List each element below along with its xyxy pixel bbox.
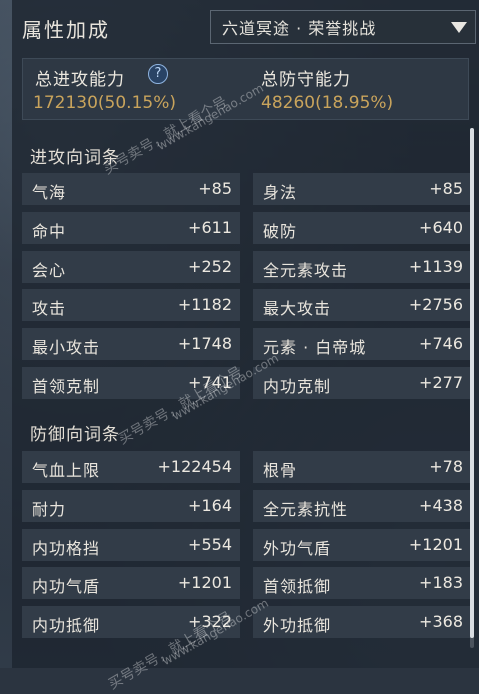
stat-value: +640 [419,217,463,237]
stat-row: 会心 +252 [22,250,240,283]
stat-row: 耐力 +164 [22,489,240,522]
stat-name: 首领克制 [32,377,101,396]
stat-row: 气血上限 +122454 [22,451,240,483]
total-defense-label: 总防守能力 [261,70,351,90]
stat-name: 身法 [263,183,298,202]
stat-row: 命中 +611 [22,211,240,244]
stat-row: 内功格挡 +554 [22,528,240,561]
defense-section-title: 防御向词条 [30,425,120,445]
stat-name: 破防 [263,221,298,241]
stat-value: +85 [429,179,463,198]
chevron-down-icon [451,22,467,33]
stat-name: 内功气盾 [32,577,101,597]
stat-value: +183 [419,573,463,593]
stat-value: +1748 [177,334,232,354]
stat-row: 最大攻击 +2756 [253,289,471,322]
stat-row: 根骨 +78 [253,451,471,483]
stat-row: 破防 +640 [253,211,471,244]
stat-value: +1139 [408,256,463,276]
stat-row: 攻击 +1182 [22,289,240,322]
stat-row: 全元素攻击 +1139 [253,250,471,283]
stat-value: +122454 [157,457,232,476]
stat-name: 内功克制 [263,377,332,396]
stat-name: 气血上限 [32,461,101,480]
question-icon[interactable]: ? [148,64,168,84]
stat-row: 外功气盾 +1201 [253,528,471,561]
stat-name: 内功抵御 [32,616,101,636]
panel-title: 属性加成 [22,18,110,42]
stat-value: +78 [429,457,463,476]
stat-value: +277 [419,373,463,392]
mode-dropdown-label: 六道冥途 · 荣誉挑战 [222,19,377,38]
stat-name: 外功抵御 [263,616,332,636]
stat-value: +554 [188,534,232,554]
stat-value: +746 [419,334,463,354]
stat-row: 身法 +85 [253,173,471,205]
scrollbar-thumb[interactable] [470,128,474,638]
stat-value: +2756 [408,295,463,315]
stat-value: +1182 [177,295,232,315]
stat-row: 内功克制 +277 [253,367,471,399]
stat-row: 全元素抗性 +438 [253,489,471,522]
stat-name: 外功气盾 [263,538,332,558]
stat-row: 最小攻击 +1748 [22,328,240,361]
stat-name: 内功格挡 [32,538,101,558]
stat-name: 元素 · 白帝城 [263,338,367,358]
stat-row: 内功气盾 +1201 [22,567,240,600]
stat-name: 命中 [32,221,67,241]
total-attack-value: 172130(50.15%) [33,93,176,113]
stat-value: +252 [188,256,232,276]
stat-value: +1201 [177,573,232,593]
mode-dropdown[interactable]: 六道冥途 · 荣誉挑战 [210,10,476,44]
stat-name: 首领抵御 [263,577,332,597]
stat-name: 最小攻击 [32,338,101,358]
stat-value: +368 [419,612,463,632]
stat-name: 攻击 [32,299,67,319]
stat-name: 全元素攻击 [263,260,349,280]
stat-value: +1201 [408,534,463,554]
stat-name: 会心 [32,260,67,280]
total-defense-value: 48260(18.95%) [261,93,394,113]
stat-row: 元素 · 白帝城 +746 [253,328,471,361]
stat-name: 耐力 [32,499,67,519]
stat-name: 根骨 [263,461,298,480]
stat-row: 外功抵御 +368 [253,606,471,639]
stat-row: 气海 +85 [22,173,240,205]
stat-value: +164 [188,495,232,515]
stat-value: +611 [188,217,232,237]
stat-row: 首领抵御 +183 [253,567,471,600]
stat-name: 气海 [32,183,67,202]
stat-name: 最大攻击 [263,299,332,319]
stat-value: +85 [198,179,232,198]
stat-value: +438 [419,495,463,515]
total-attack-label: 总进攻能力 [35,70,125,90]
stat-name: 全元素抗性 [263,499,349,519]
scrollbar[interactable] [470,128,474,648]
